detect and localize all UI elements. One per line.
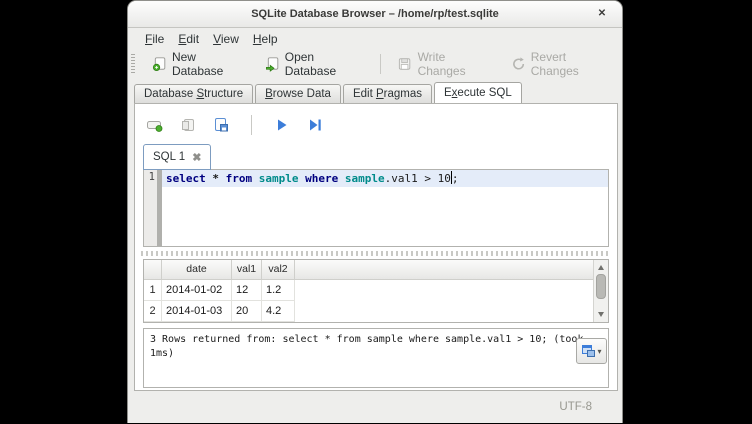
statusbar: UTF-8	[128, 391, 622, 424]
open-sql-file-button[interactable]	[178, 115, 198, 135]
line-number: 1	[149, 171, 155, 183]
open-database-label: Open Database	[285, 50, 365, 78]
window-title: SQLite Database Browser – /home/rp/test.…	[128, 1, 622, 27]
results-message-box[interactable]: 3 Rows returned from: select * from samp…	[143, 328, 609, 388]
write-changes-button[interactable]: Write Changes	[388, 47, 501, 81]
table-row[interactable]: 1 2014-01-02 12 1.2	[144, 280, 608, 301]
menu-file[interactable]: File	[138, 31, 171, 47]
table-row[interactable]: 2 2014-01-03 20 4.2	[144, 301, 608, 322]
app-window: SQLite Database Browser – /home/rp/test.…	[127, 0, 623, 423]
new-database-label: New Database	[172, 50, 247, 78]
corner-header-cell	[144, 260, 162, 279]
val2-cell[interactable]: 4.2	[262, 301, 295, 322]
open-database-button[interactable]: Open Database	[256, 47, 374, 81]
column-header-val1[interactable]: val1	[232, 260, 262, 279]
splitter-handle[interactable]	[141, 251, 611, 256]
results-message: 3 Rows returned from: select * from samp…	[150, 334, 583, 359]
tab-execute-sql[interactable]: Execute SQL	[434, 82, 522, 103]
sql-statement-line: select * from sample where sample.val1 >…	[162, 170, 608, 187]
header-filler	[295, 260, 608, 279]
menu-help[interactable]: Help	[246, 31, 285, 47]
menu-view[interactable]: View	[206, 31, 246, 47]
new-sql-tab-icon	[146, 117, 164, 133]
save-sql-file-icon	[213, 117, 229, 133]
tab-edit-pragmas[interactable]: Edit Pragmas	[343, 84, 432, 103]
revert-changes-button[interactable]: Revert Changes	[502, 47, 622, 81]
close-icon[interactable]: ✕	[594, 6, 610, 22]
write-changes-icon	[397, 56, 412, 72]
new-database-button[interactable]: New Database	[143, 47, 256, 81]
results-table: date val1 val2 1 2014-01-02 12 1.2 2 201…	[143, 259, 609, 323]
export-results-icon	[581, 344, 596, 358]
execute-current-line-icon	[307, 118, 323, 132]
export-results-button[interactable]: ▾	[576, 338, 607, 364]
main-toolbar: New Database Open Database Write Changes…	[128, 50, 622, 77]
menu-edit[interactable]: Edit	[171, 31, 206, 47]
execute-current-line-button[interactable]	[305, 115, 325, 135]
main-tabbar: Database Structure Browse Data Edit Prag…	[134, 82, 616, 103]
chevron-down-icon: ▾	[597, 347, 601, 356]
execute-sql-icon	[275, 118, 289, 132]
date-cell[interactable]: 2014-01-03	[162, 301, 232, 322]
sql-editor[interactable]: 1 select * from sample where sample.val1…	[143, 169, 609, 247]
sql1-tab[interactable]: SQL 1 ✖	[143, 144, 211, 170]
execute-sql-button[interactable]	[272, 115, 292, 135]
val1-cell[interactable]: 20	[232, 301, 262, 322]
editor-text-area[interactable]: select * from sample where sample.val1 >…	[162, 170, 608, 246]
row-filler	[295, 280, 608, 301]
scroll-up-icon[interactable]	[598, 265, 604, 270]
sql1-tab-label: SQL 1	[153, 151, 185, 163]
row-number-cell: 1	[144, 280, 162, 301]
val1-cell[interactable]: 12	[232, 280, 262, 301]
sql-toolbar	[141, 112, 325, 138]
column-header-date[interactable]: date	[162, 260, 232, 279]
val2-cell[interactable]: 1.2	[262, 280, 295, 301]
open-sql-file-icon	[180, 117, 196, 133]
date-cell[interactable]: 2014-01-02	[162, 280, 232, 301]
column-header-val2[interactable]: val2	[262, 260, 295, 279]
row-filler	[295, 301, 608, 322]
toolbar-grip[interactable]	[131, 54, 135, 74]
new-sql-tab-button[interactable]	[145, 115, 165, 135]
save-sql-file-button[interactable]	[211, 115, 231, 135]
toolbar-separator	[380, 54, 381, 74]
scroll-down-icon[interactable]	[598, 312, 604, 317]
scrollbar-thumb[interactable]	[596, 274, 606, 299]
editor-line-number-gutter: 1	[144, 170, 157, 246]
tab-browse-data[interactable]: Browse Data	[255, 84, 341, 103]
sql1-tab-close-icon[interactable]: ✖	[192, 151, 201, 164]
encoding-label: UTF-8	[559, 401, 592, 413]
sql-toolbar-separator	[251, 115, 252, 135]
new-database-icon	[152, 56, 167, 72]
revert-changes-icon	[511, 56, 526, 72]
tab-database-structure[interactable]: Database Structure	[134, 84, 253, 103]
titlebar[interactable]: SQLite Database Browser – /home/rp/test.…	[128, 1, 622, 28]
write-changes-label: Write Changes	[418, 50, 493, 78]
open-database-icon	[265, 56, 280, 72]
results-table-header: date val1 val2	[144, 260, 608, 280]
results-scrollbar[interactable]	[593, 260, 608, 322]
revert-changes-label: Revert Changes	[531, 50, 613, 78]
row-number-cell: 2	[144, 301, 162, 322]
execute-sql-panel: SQL 1 ✖ 1 select * from sample where sam…	[134, 103, 618, 391]
